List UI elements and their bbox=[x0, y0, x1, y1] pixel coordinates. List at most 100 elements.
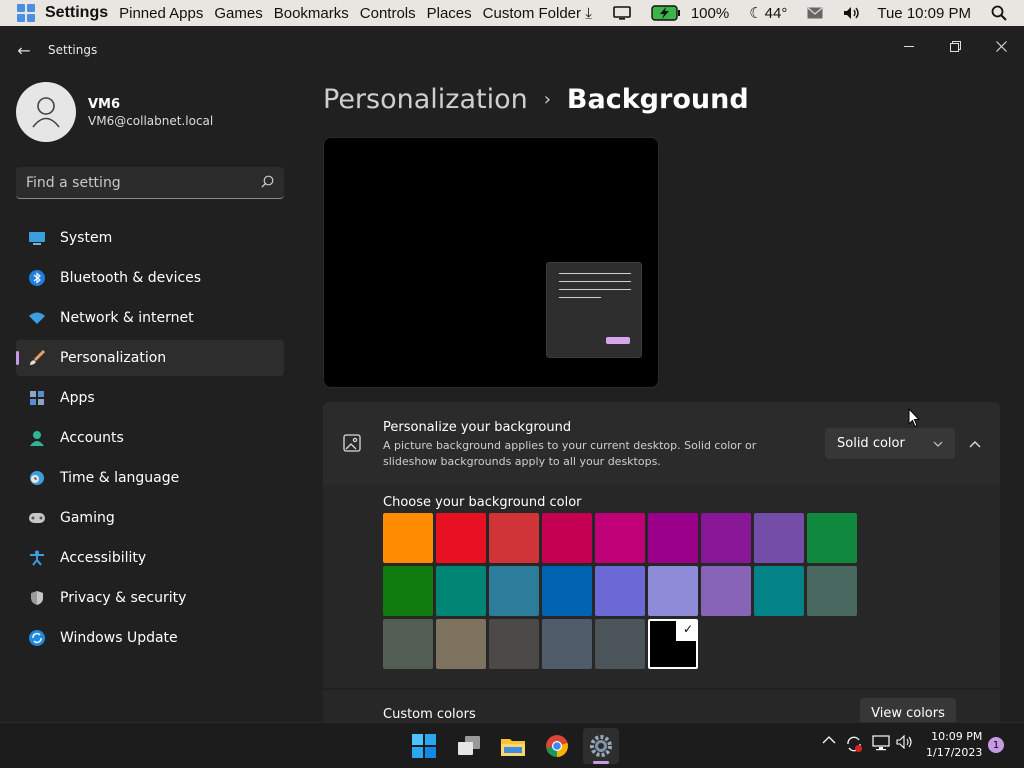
sidebar-item-label: Time & language bbox=[60, 470, 180, 486]
divider bbox=[323, 688, 1000, 690]
menubar-datetime[interactable]: Tue 10:09 PM bbox=[877, 5, 971, 22]
battery-percent: 100% bbox=[690, 4, 730, 22]
sidebar-item-privacy[interactable]: Privacy & security bbox=[16, 580, 284, 616]
volume-icon[interactable] bbox=[896, 735, 914, 749]
color-swatch[interactable] bbox=[383, 513, 433, 563]
color-swatch[interactable] bbox=[754, 566, 804, 616]
menu-games[interactable]: Games bbox=[214, 5, 262, 22]
sync-error-icon[interactable] bbox=[845, 735, 863, 753]
background-type-dropdown[interactable]: Solid color bbox=[825, 428, 955, 459]
color-swatch[interactable] bbox=[595, 619, 645, 669]
taskbar-clock[interactable]: 10:09 PM 1/17/2023 bbox=[926, 729, 982, 761]
sidebar-item-network[interactable]: Network & internet bbox=[16, 300, 284, 336]
color-swatch[interactable] bbox=[542, 513, 592, 563]
notification-badge[interactable]: 1 bbox=[988, 737, 1004, 753]
search-input[interactable]: Find a setting bbox=[26, 175, 261, 191]
clock-globe-icon bbox=[28, 469, 46, 487]
color-swatch[interactable] bbox=[436, 619, 486, 669]
settings-icon[interactable] bbox=[583, 728, 619, 764]
view-colors-button[interactable]: View colors bbox=[860, 698, 956, 722]
color-swatch[interactable] bbox=[383, 566, 433, 616]
minimize-button[interactable] bbox=[894, 36, 924, 56]
weather-temp: 44° bbox=[764, 4, 788, 22]
color-swatch[interactable] bbox=[595, 566, 645, 616]
color-swatch[interactable] bbox=[489, 566, 539, 616]
sidebar-item-system[interactable]: System bbox=[16, 220, 284, 256]
bluetooth-icon bbox=[28, 269, 46, 287]
color-swatch[interactable] bbox=[436, 566, 486, 616]
color-swatch[interactable] bbox=[595, 513, 645, 563]
chevron-up-icon[interactable] bbox=[822, 735, 836, 744]
taskbar-time: 10:09 PM bbox=[931, 730, 983, 743]
breadcrumb-personalization[interactable]: Personalization bbox=[323, 84, 528, 115]
find-setting-search[interactable]: Find a setting bbox=[16, 167, 284, 199]
color-swatch[interactable] bbox=[648, 566, 698, 616]
back-arrow-icon[interactable]: ← bbox=[0, 41, 48, 60]
brush-icon bbox=[28, 349, 46, 367]
color-swatch[interactable] bbox=[542, 566, 592, 616]
sidebar-item-windows-update[interactable]: Windows Update bbox=[16, 620, 284, 656]
windows-start-icon[interactable] bbox=[406, 728, 442, 764]
color-swatch[interactable] bbox=[489, 619, 539, 669]
settings-window: ← Settings VM6 VM6@collabnet.local Find … bbox=[0, 26, 1024, 722]
color-swatch[interactable] bbox=[383, 619, 433, 669]
battery-charging-icon[interactable] bbox=[651, 5, 681, 21]
color-swatch[interactable] bbox=[648, 513, 698, 563]
sidebar-item-personalization[interactable]: Personalization bbox=[16, 340, 284, 376]
sidebar-item-accessibility[interactable]: Accessibility bbox=[16, 540, 284, 576]
color-swatch[interactable] bbox=[701, 566, 751, 616]
color-swatch[interactable] bbox=[754, 513, 804, 563]
mail-icon[interactable] bbox=[807, 7, 823, 19]
personalize-background-description: A picture background applies to your cur… bbox=[383, 439, 757, 468]
picture-icon bbox=[343, 434, 361, 456]
sidebar-item-label: Gaming bbox=[60, 510, 115, 526]
search-icon[interactable] bbox=[991, 5, 1007, 21]
menu-bookmarks[interactable]: Bookmarks bbox=[274, 5, 349, 22]
color-swatch[interactable] bbox=[807, 513, 857, 563]
personalize-background-title: Personalize your background bbox=[383, 420, 572, 435]
menu-pinned-apps[interactable]: Pinned Apps bbox=[119, 5, 203, 22]
sidebar-item-time-language[interactable]: Time & language bbox=[16, 460, 284, 496]
display-icon[interactable] bbox=[613, 6, 631, 20]
title-bar: ← Settings bbox=[0, 26, 1024, 74]
sidebar-item-label: Network & internet bbox=[60, 310, 194, 326]
sidebar-item-accounts[interactable]: Accounts bbox=[16, 420, 284, 456]
search-icon[interactable] bbox=[261, 173, 274, 192]
user-profile[interactable]: VM6 VM6@collabnet.local bbox=[16, 82, 213, 142]
color-swatch[interactable] bbox=[807, 566, 857, 616]
breadcrumb: Personalization › Background bbox=[323, 84, 749, 115]
person-icon bbox=[28, 429, 46, 447]
volume-icon[interactable] bbox=[843, 6, 861, 20]
sync-icon bbox=[28, 629, 46, 647]
menu-custom-folder-label: Custom Folder bbox=[482, 4, 582, 22]
moon-weather-icon: ☾ bbox=[749, 5, 763, 22]
restore-button[interactable] bbox=[940, 36, 970, 56]
page-title: Background bbox=[566, 84, 749, 115]
color-swatch[interactable]: ✓ bbox=[648, 619, 698, 669]
color-swatch[interactable] bbox=[489, 513, 539, 563]
chrome-icon[interactable] bbox=[539, 728, 575, 764]
network-monitor-icon[interactable] bbox=[872, 735, 890, 751]
chevron-up-icon bbox=[969, 441, 981, 448]
monitor-icon bbox=[28, 229, 46, 247]
personalize-background-header[interactable]: Personalize your background A picture ba… bbox=[323, 402, 1000, 484]
windows-logo-icon[interactable] bbox=[17, 4, 35, 22]
sidebar-item-gaming[interactable]: Gaming bbox=[16, 500, 284, 536]
color-swatch[interactable] bbox=[436, 513, 486, 563]
sidebar-item-label: Privacy & security bbox=[60, 590, 187, 606]
menu-settings[interactable]: Settings bbox=[45, 4, 108, 22]
color-swatch[interactable] bbox=[542, 619, 592, 669]
sidebar-item-label: Bluetooth & devices bbox=[60, 270, 202, 286]
menu-places[interactable]: Places bbox=[427, 5, 472, 22]
menu-custom-folder[interactable]: Custom Folder ⤓ bbox=[483, 5, 592, 22]
sidebar-item-label: Accessibility bbox=[60, 550, 147, 566]
menu-controls[interactable]: Controls bbox=[360, 5, 416, 22]
file-explorer-icon[interactable] bbox=[495, 728, 531, 764]
collapse-button[interactable] bbox=[963, 432, 987, 456]
color-swatch[interactable] bbox=[701, 513, 751, 563]
accessibility-icon bbox=[28, 549, 46, 567]
sidebar-item-apps[interactable]: Apps bbox=[16, 380, 284, 416]
task-view-icon[interactable] bbox=[451, 728, 487, 764]
close-button[interactable] bbox=[986, 36, 1016, 56]
sidebar-item-bluetooth[interactable]: Bluetooth & devices bbox=[16, 260, 284, 296]
